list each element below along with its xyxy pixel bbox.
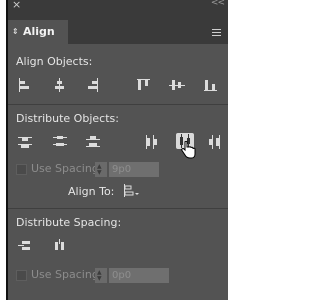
panel-title-strip: × << bbox=[8, 0, 228, 12]
tab-align[interactable]: ⇕ Align bbox=[8, 20, 68, 44]
use-spacing-checkbox[interactable] bbox=[16, 164, 27, 175]
distribute-right-edges-icon[interactable] bbox=[206, 134, 224, 150]
section-divider bbox=[8, 104, 228, 105]
distribute-vertical-space-icon[interactable] bbox=[16, 238, 34, 254]
hand-cursor-icon bbox=[181, 141, 196, 159]
panel-menu-icon[interactable] bbox=[212, 29, 221, 36]
section-divider bbox=[8, 208, 228, 209]
use-spacing-checkbox-2[interactable] bbox=[16, 270, 27, 281]
spacing-value-field[interactable]: 9p0 bbox=[109, 162, 159, 177]
close-panel-button[interactable]: × bbox=[12, 0, 21, 11]
align-top-edges-icon[interactable] bbox=[135, 77, 153, 93]
align-objects-title: Align Objects: bbox=[16, 55, 93, 68]
distribute-objects-title: Distribute Objects: bbox=[16, 112, 119, 125]
use-spacing-label: Use Spacing bbox=[31, 162, 99, 175]
align-bottom-edges-icon[interactable] bbox=[202, 77, 220, 93]
panel-tab-bar: ⇕ Align bbox=[8, 12, 228, 44]
spacing-value-field-2[interactable]: 0p0 bbox=[109, 268, 169, 283]
distribute-bottom-edges-icon[interactable] bbox=[84, 134, 102, 150]
spacing-stepper-2[interactable]: ▲ ▼ bbox=[95, 268, 107, 283]
distribute-spacing-title: Distribute Spacing: bbox=[16, 216, 122, 229]
tab-align-label: Align bbox=[23, 25, 55, 38]
panel-options-arrows-icon: ⇕ bbox=[12, 27, 19, 36]
collapse-panel-button[interactable]: << bbox=[211, 0, 225, 8]
use-spacing-label-2: Use Spacing bbox=[31, 268, 99, 281]
align-vertical-centers-icon[interactable] bbox=[168, 77, 186, 93]
align-panel: × << ⇕ Align Align Objects: Distribute O… bbox=[8, 0, 228, 300]
align-right-edges-icon[interactable] bbox=[84, 77, 102, 93]
align-to-dropdown[interactable] bbox=[122, 183, 142, 199]
distribute-horizontal-space-icon[interactable] bbox=[51, 238, 69, 254]
distribute-left-edges-icon[interactable] bbox=[142, 134, 160, 150]
align-left-edges-icon[interactable] bbox=[16, 77, 34, 93]
spacing-stepper[interactable]: ▲ ▼ bbox=[95, 162, 107, 177]
distribute-vertical-centers-icon[interactable] bbox=[51, 134, 69, 150]
align-to-label: Align To: bbox=[68, 185, 115, 198]
distribute-top-edges-icon[interactable] bbox=[16, 134, 34, 150]
align-horizontal-centers-icon[interactable] bbox=[51, 77, 69, 93]
